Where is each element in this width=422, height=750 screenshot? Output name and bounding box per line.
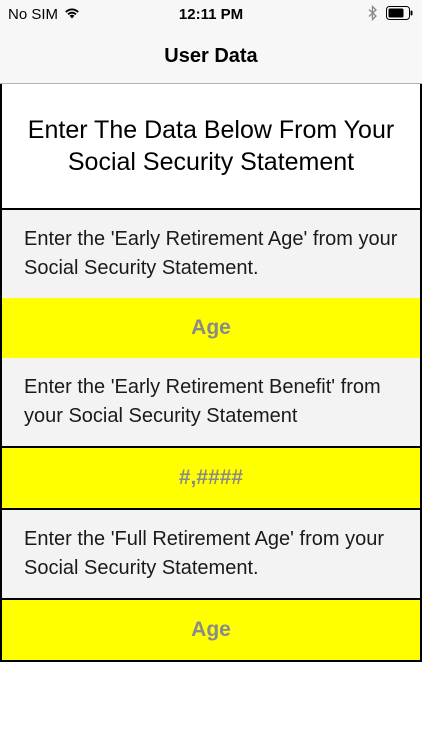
early-retirement-benefit-input[interactable]	[2, 448, 420, 508]
instruction-text: Enter the 'Full Retirement Age' from you…	[24, 528, 385, 579]
early-retirement-age-input[interactable]	[2, 298, 420, 358]
early-retirement-age-field[interactable]	[0, 298, 422, 360]
status-right	[368, 4, 414, 25]
full-retirement-age-field[interactable]	[0, 600, 422, 662]
instruction-cell-full-retirement-age: Enter the 'Full Retirement Age' from you…	[0, 510, 422, 600]
instruction-text: Enter the 'Early Retirement Benefit' fro…	[24, 376, 381, 427]
early-retirement-benefit-field[interactable]	[0, 448, 422, 510]
page-title: User Data	[164, 45, 258, 67]
instruction-cell-early-retirement-age: Enter the 'Early Retirement Age' from yo…	[0, 210, 422, 300]
status-bar: No SIM 12:11 PM	[0, 0, 422, 30]
instruction-cell-early-retirement-benefit: Enter the 'Early Retirement Benefit' fro…	[0, 358, 422, 448]
battery-icon	[386, 6, 414, 24]
status-time: 12:11 PM	[178, 6, 244, 23]
instruction-text: Enter the 'Early Retirement Age' from yo…	[24, 228, 398, 279]
form-header-text: Enter The Data Below From Your Social Se…	[27, 116, 395, 176]
form-content[interactable]: Enter The Data Below From Your Social Se…	[0, 84, 422, 750]
navigation-bar: User Data	[0, 30, 422, 84]
full-retirement-age-input[interactable]	[2, 600, 420, 660]
bluetooth-icon	[368, 4, 378, 25]
form-header: Enter The Data Below From Your Social Se…	[0, 84, 422, 210]
